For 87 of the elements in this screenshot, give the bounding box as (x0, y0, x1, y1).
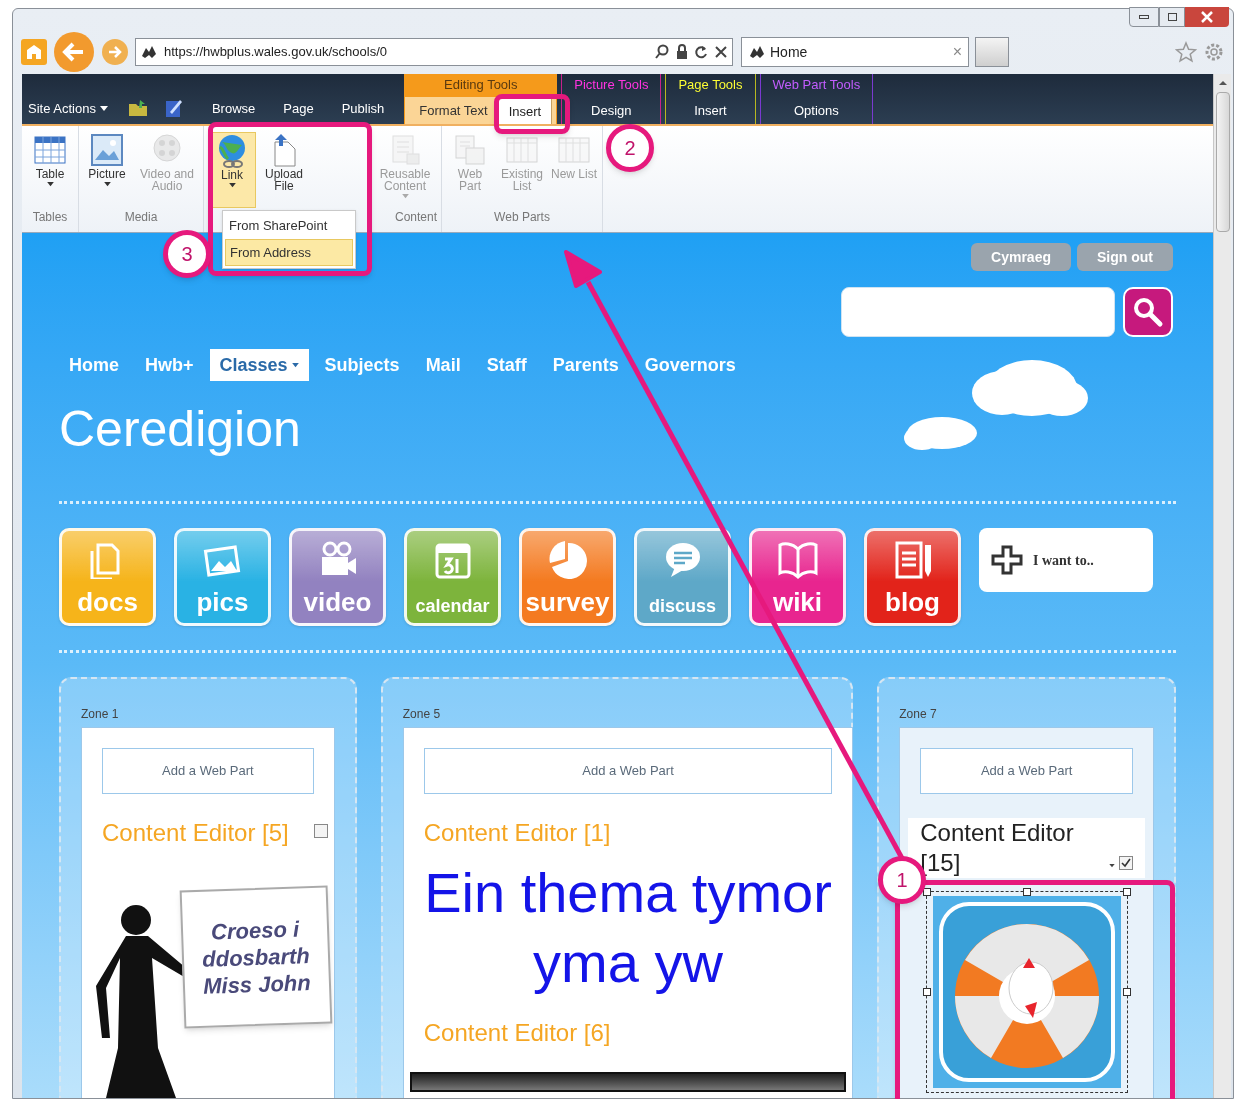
web-part-title: Content Editor [6] (423, 1018, 612, 1048)
ribbon-tab[interactable]: Publish (327, 94, 399, 124)
zone-label: Zone 5 (402, 706, 442, 723)
app-tile[interactable]: video (289, 528, 386, 626)
address-field[interactable]: https://hwbplus.wales.gov.uk/schools/0 (135, 38, 733, 66)
contextual-group-title: Editing Tools (405, 74, 557, 97)
nav-link[interactable]: Classes (209, 349, 309, 381)
contextual-group-title: Page Tools (677, 76, 744, 95)
ribbon-button[interactable]: Picture (83, 132, 131, 208)
scroll-up-icon[interactable] (1217, 78, 1228, 88)
lock-icon (676, 44, 688, 60)
picture-icon (89, 132, 125, 168)
nav-link[interactable]: Mail (415, 349, 471, 381)
browser-tab[interactable]: Home × (741, 37, 969, 67)
welcome-sign: Croeso i ddosbarth Miss John (179, 885, 333, 1029)
resize-handle[interactable] (1122, 888, 1131, 896)
app-tile[interactable]: calendar (404, 528, 501, 626)
zone-label: Zone 7 (899, 706, 938, 723)
ribbon-button[interactable]: Upload File (260, 132, 308, 208)
ribbon-group-label: Content (393, 209, 437, 226)
star-icon[interactable] (1175, 41, 1197, 63)
header-button[interactable]: Cymraeg (971, 243, 1071, 271)
close-button[interactable] (1185, 7, 1229, 27)
edit-page-icon[interactable] (163, 98, 184, 118)
new-tab-button[interactable] (975, 37, 1009, 67)
search-icon[interactable] (654, 44, 670, 60)
site-actions-menu[interactable]: Site Actions (22, 94, 108, 124)
refresh-icon[interactable] (694, 44, 708, 60)
i-want-to-button[interactable]: I want to.. (979, 528, 1153, 592)
plus-icon (991, 545, 1023, 575)
contextual-group-title: Picture Tools (573, 76, 650, 95)
resize-handle[interactable] (922, 888, 931, 896)
resize-handle[interactable] (1122, 988, 1131, 996)
contextual-group-title: Web Part Tools (771, 76, 862, 95)
resize-handle[interactable] (1022, 888, 1031, 896)
ribbon-group-label: Tables (31, 209, 69, 226)
web-part-title: Content Editor [5] (102, 818, 290, 848)
scrollbar[interactable] (1213, 74, 1231, 1098)
site-actions-label: Site Actions (28, 100, 96, 119)
web-part-checkbox[interactable] (1119, 856, 1133, 870)
app-tile[interactable]: discuss (634, 528, 731, 626)
ribbon-tab[interactable]: Insert (684, 98, 737, 124)
web-part-checkbox[interactable] (313, 824, 328, 838)
add-web-part-button[interactable]: Add a Web Part (423, 748, 833, 794)
zone-label: Zone 1 (81, 706, 120, 723)
search-button[interactable] (1123, 287, 1173, 337)
app-tile[interactable]: wiki (749, 528, 846, 626)
ribbon-group-label: Media (123, 209, 159, 226)
caret-icon[interactable] (1109, 864, 1115, 868)
maximize-button[interactable] (1159, 7, 1185, 27)
ribbon-tab[interactable]: Design (581, 98, 642, 124)
resize-handle[interactable] (922, 988, 931, 996)
tab-close-button[interactable]: × (952, 40, 962, 64)
web-part-title: Content Editor [1] (423, 818, 612, 848)
app-tile[interactable]: pics (174, 528, 271, 626)
ribbon-tab[interactable]: Options (783, 98, 849, 124)
nav-link[interactable]: Subjects (314, 349, 410, 381)
minimize-button[interactable] (1129, 7, 1159, 27)
ribbon-tab[interactable]: Format Text (409, 98, 498, 124)
add-web-part-button[interactable]: Add a Web Part (920, 748, 1133, 794)
nav-link[interactable]: Home (59, 349, 129, 381)
pie-chart-icon (547, 539, 588, 579)
scroll-thumb[interactable] (1215, 92, 1230, 232)
caret-icon (99, 106, 108, 112)
nav-link[interactable]: Hwb+ (135, 349, 204, 381)
app-tile[interactable]: blog (864, 528, 961, 626)
add-web-part-button[interactable]: Add a Web Part (102, 748, 314, 794)
site-title: Ceredigion (59, 400, 301, 459)
ribbon-tab[interactable]: Browse (197, 94, 270, 124)
menu-item[interactable]: From Address (225, 238, 353, 266)
nav-link[interactable]: Governors (634, 349, 746, 381)
ribbon-group-label: Web Parts (493, 209, 551, 226)
ribbon-tab[interactable]: Page (269, 94, 328, 124)
open-book-icon (777, 539, 818, 579)
header-button[interactable]: Sign out (1077, 243, 1173, 271)
nav-link[interactable]: Staff (476, 349, 537, 381)
folder-icon[interactable] (127, 98, 148, 118)
app-tile[interactable]: survey (519, 528, 616, 626)
menu-item[interactable]: From SharePoint (225, 213, 353, 239)
close-icon[interactable] (714, 45, 728, 59)
address-text: https://hwbplus.wales.gov.uk/schools/0 (164, 43, 388, 62)
tab-title: Home (770, 42, 809, 62)
web-part-icon (452, 132, 488, 168)
ribbon-button[interactable]: Table (26, 132, 74, 208)
nav-link[interactable]: Parents (542, 349, 629, 381)
search-field[interactable] (841, 287, 1115, 337)
welcome-heading: Ein thema tymor yma yw (423, 860, 833, 996)
